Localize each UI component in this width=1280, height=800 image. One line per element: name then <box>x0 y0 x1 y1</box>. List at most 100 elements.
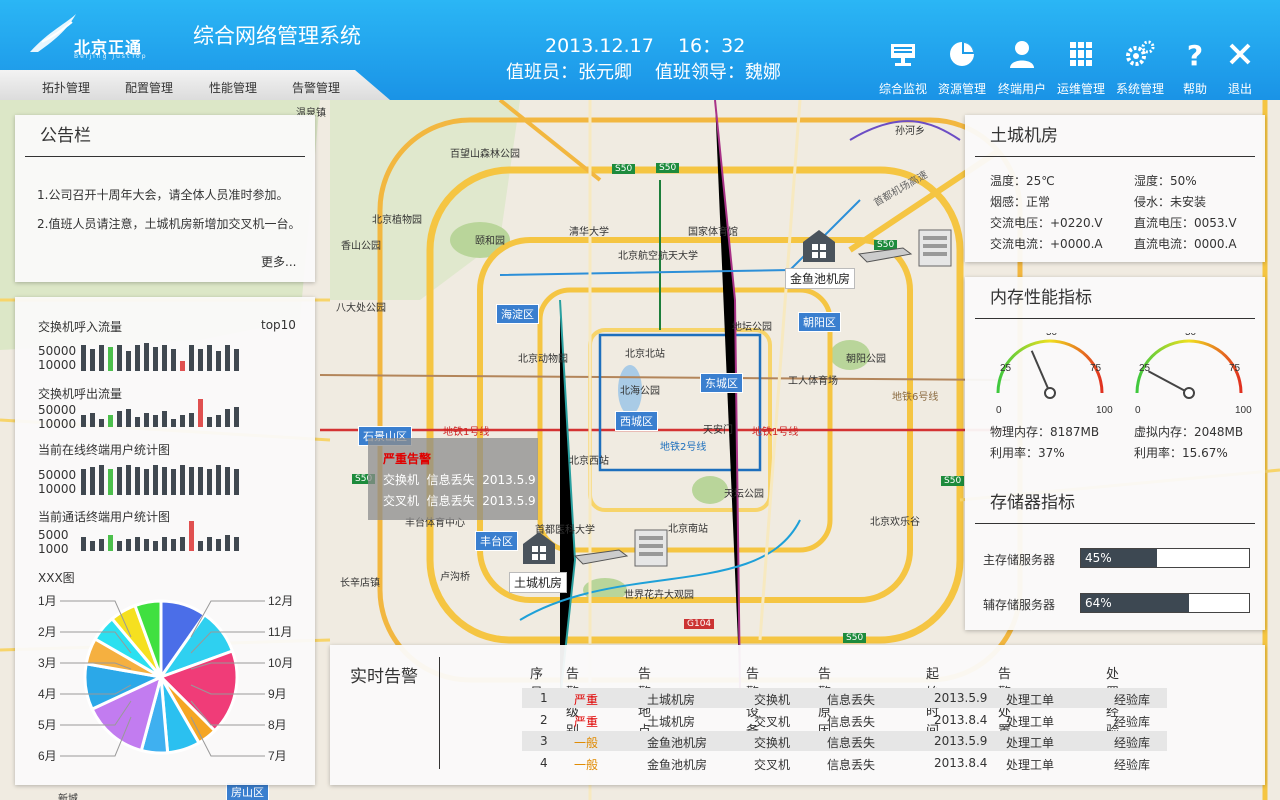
place-label: 世界花卉大观园 <box>624 590 694 601</box>
room-stat: 温度：25℃ <box>990 174 1055 188</box>
alarm-row[interactable]: 3 一般 金鱼池机房 交换机 信息丢失 2013.5.9 处理工单 经验库 <box>522 731 1167 751</box>
bar <box>153 465 158 495</box>
bar <box>135 345 140 371</box>
toolbar-resources[interactable]: 资源管理 <box>934 38 990 98</box>
room-panel: 土城机房 温度：25℃ 湿度：50% 烟感：正常 侵水：未安装 交流电压：+02… <box>965 115 1265 262</box>
storage-label: 辅存储服务器 <box>983 598 1056 612</box>
bar <box>234 537 239 551</box>
building-icon <box>803 230 835 262</box>
alarm-cell: 土城机房 <box>647 693 696 707</box>
pie-label: 7月 <box>268 749 287 763</box>
user-icon <box>1010 41 1034 68</box>
alarm-cell[interactable]: 处理工单 <box>1006 713 1054 730</box>
bar <box>162 537 167 551</box>
storage-bar-fill: 64% <box>1081 594 1189 612</box>
datetime: 2013.12.17 16：32 <box>545 35 746 57</box>
bar <box>99 539 104 551</box>
room-stat: 侵水：未安装 <box>1134 195 1207 209</box>
toolbar-label: 终端用户 <box>997 82 1046 96</box>
y-label: 10000 <box>38 417 77 431</box>
y-label: 50000 <box>38 344 77 358</box>
alarm-cell: 土城机房 <box>647 714 696 729</box>
toolbar-monitor[interactable]: 综合监视 <box>875 38 931 98</box>
gauge-tick: 0 <box>1135 405 1141 413</box>
panel-title: 土城机房 <box>975 125 1255 157</box>
alarm-cell[interactable]: 经验库 <box>1114 691 1150 708</box>
alarm-title: 实时告警 <box>350 667 418 687</box>
alarm-popup[interactable]: 严重告警 交换机 信息丢失 2013.5.9 交叉机 信息丢失 2013.5.9 <box>368 438 538 520</box>
panel-title: 存储器指标 <box>975 492 1255 524</box>
alarm-divider <box>439 657 440 769</box>
pie-label: 4月 <box>38 687 57 701</box>
subnav-config[interactable]: 配置管理 <box>125 79 173 96</box>
alarm-row[interactable]: 2 严重 土城机房 交叉机 信息丢失 2013.8.4 处理工单 经验库 <box>522 710 1167 730</box>
cross-device-icon <box>634 529 668 567</box>
place-label: 颐和园 <box>475 236 505 247</box>
bar <box>153 541 158 551</box>
room-label: 土城机房 <box>509 572 568 593</box>
toolbar-exit[interactable]: 退出 <box>1212 38 1268 98</box>
room-stat: 直流电流：0000.A <box>1134 237 1237 251</box>
alarm-cell: 交换机 <box>754 736 791 750</box>
storage-bar-main: 45% <box>1080 548 1250 568</box>
bar <box>144 539 149 551</box>
alarm-cell: 金鱼池机房 <box>647 736 708 750</box>
notice-item[interactable]: 2.值班人员请注意，土城机房新增加交叉机一台。 <box>37 215 300 232</box>
y-label: 10000 <box>38 358 77 372</box>
bar <box>90 413 95 427</box>
y-label: 10000 <box>38 482 77 496</box>
toolbar-system[interactable]: 系统管理 <box>1112 38 1168 98</box>
y-label: 1000 <box>38 542 69 556</box>
alarm-row[interactable]: 4 一般 金鱼池机房 交叉机 信息丢失 2013.8.4 处理工单 经验库 <box>522 753 1167 773</box>
subnav-performance[interactable]: 性能管理 <box>209 79 257 96</box>
alarm-cell: 交叉机 <box>754 757 791 772</box>
room-marker-jinyuchi[interactable]: 金鱼池机房 <box>785 228 955 289</box>
room-stat: 交流电压：+0220.V <box>990 216 1103 230</box>
memory-rate: 利用率：15.67% <box>1134 446 1228 460</box>
pie-label: 6月 <box>38 749 57 763</box>
subnav-topology[interactable]: 拓扑管理 <box>42 79 90 96</box>
alarm-cell: 信息丢失 <box>827 757 876 772</box>
district-dongcheng[interactable]: 东城区 <box>700 373 743 393</box>
room-marker-tucheng[interactable]: 土城机房 <box>509 528 679 593</box>
place-label: 北京植物园 <box>372 215 422 226</box>
bar <box>99 465 104 495</box>
alarm-cell[interactable]: 经验库 <box>1114 756 1150 773</box>
bar <box>180 537 185 551</box>
alarm-cell[interactable]: 处理工单 <box>1006 691 1054 708</box>
more-link[interactable]: 更多... <box>261 253 296 270</box>
bar <box>153 415 158 427</box>
toolbar-users[interactable]: 终端用户 <box>994 38 1050 98</box>
alarm-cell[interactable]: 经验库 <box>1114 713 1150 730</box>
bar <box>234 407 239 427</box>
place-label: 八大处公园 <box>336 303 386 314</box>
alarm-cell: 交叉机 <box>754 714 791 729</box>
bar-chart-online <box>81 465 239 495</box>
alarm-row[interactable]: 1 严重 土城机房 交换机 信息丢失 2013.5.9 处理工单 经验库 <box>522 688 1167 708</box>
bar <box>198 541 203 551</box>
alarm-cell[interactable]: 经验库 <box>1114 734 1150 751</box>
gears-icon <box>1126 40 1155 66</box>
gauge-needle <box>1030 350 1051 394</box>
place-label: 北京航空航天大学 <box>618 251 698 262</box>
toolbar-ops[interactable]: 运维管理 <box>1053 38 1109 98</box>
place-label: 卢沟桥 <box>440 572 470 583</box>
gauge-tick: 50 <box>1185 333 1197 338</box>
place-label: 天坛公园 <box>724 489 764 500</box>
notice-item[interactable]: 1.公司召开十周年大会，请全体人员准时参加。 <box>37 186 288 203</box>
pie-label: 9月 <box>268 687 287 701</box>
alarm-cell[interactable]: 处理工单 <box>1006 756 1054 773</box>
memory-gauge-physical: 0 25 50 75 100 <box>996 333 1113 413</box>
alarm-cell[interactable]: 处理工单 <box>1006 734 1054 751</box>
subnav-alarms[interactable]: 告警管理 <box>292 79 340 96</box>
bar <box>135 537 140 551</box>
bar <box>126 539 131 551</box>
district-chaoyang[interactable]: 朝阳区 <box>798 312 841 332</box>
memory-panel: 内存性能指标 0 25 50 75 100 0 25 50 75 100 物理内存：8187MB… <box>965 277 1265 630</box>
bar <box>162 411 167 427</box>
popup-title: 严重告警 <box>383 452 432 466</box>
alarm-cell: 2013.5.9 <box>934 691 988 705</box>
alarm-cell: 严重 <box>574 714 599 729</box>
district-haidian[interactable]: 海淀区 <box>496 304 539 324</box>
district-xicheng[interactable]: 西城区 <box>615 411 658 431</box>
